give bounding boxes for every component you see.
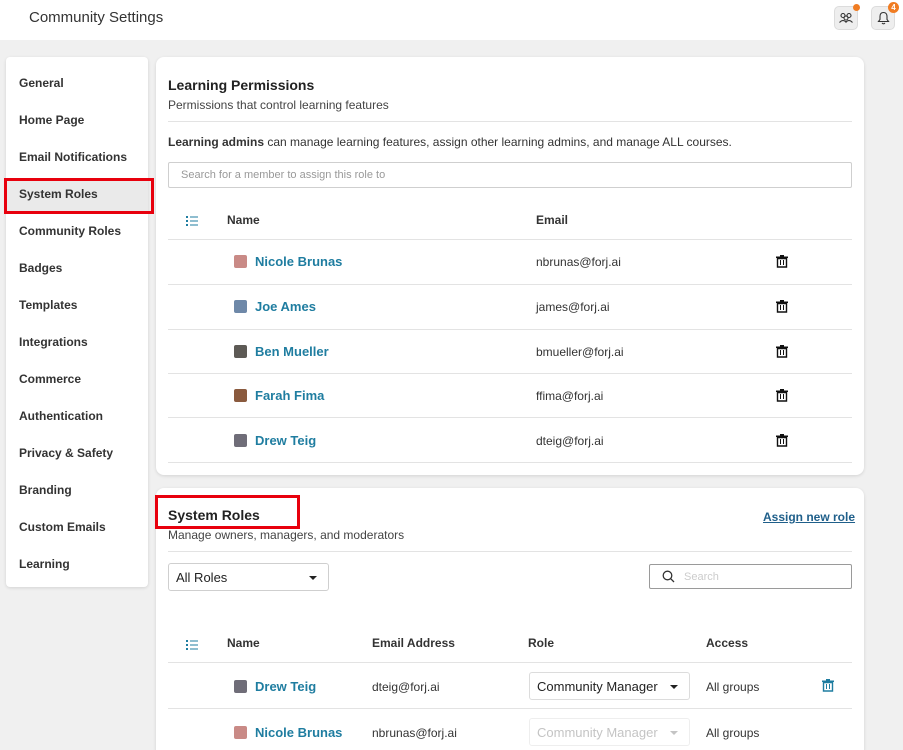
caret-down-icon [309, 576, 317, 580]
divider [168, 239, 852, 240]
sidebar-item-email-notifications[interactable]: Email Notifications [19, 150, 127, 164]
caret-down-icon [670, 731, 678, 735]
avatar [234, 300, 247, 313]
learning-admins-label: Learning admins [168, 135, 265, 149]
member-name-link[interactable]: Drew Teig [255, 679, 316, 694]
list-icon[interactable] [186, 216, 198, 226]
notifications-button[interactable]: 4 [871, 2, 899, 30]
member-name-link[interactable]: Nicole Brunas [255, 254, 342, 269]
column-header-name: Name [227, 213, 260, 227]
avatar [234, 345, 247, 358]
sidebar-item-branding[interactable]: Branding [19, 483, 72, 497]
sidebar-item-commerce[interactable]: Commerce [19, 372, 81, 386]
sidebar-item-home-page[interactable]: Home Page [19, 113, 84, 127]
role-search-placeholder: Search [684, 571, 719, 583]
system-roles-highlight-box [155, 495, 300, 529]
divider [168, 329, 852, 330]
notification-count-badge: 4 [888, 2, 899, 13]
learning-admins-text: can manage learning features, assign oth… [264, 135, 732, 149]
divider [168, 662, 852, 663]
trash-icon[interactable] [776, 255, 788, 268]
list-icon[interactable] [186, 640, 198, 650]
avatar [234, 726, 247, 739]
column-header-name: Name [227, 636, 260, 650]
users-icon [839, 12, 853, 23]
role-select-disabled: Community Manager [529, 718, 690, 746]
column-header-email: Email [536, 213, 569, 227]
role-select-value: Community Manager [537, 725, 658, 740]
top-bar: Community Settings 4 [0, 0, 903, 40]
role-select[interactable]: Community Manager [529, 672, 690, 700]
settings-sidebar: General Home Page Email Notifications Sy… [6, 57, 148, 587]
role-select-value: Community Manager [537, 679, 658, 694]
page-title: Community Settings [29, 9, 164, 26]
learning-permissions-subtitle: Permissions that control learning featur… [168, 98, 389, 112]
divider [168, 284, 852, 285]
system-roles-subtitle: Manage owners, managers, and moderators [168, 528, 405, 542]
community-members-button[interactable] [834, 4, 860, 30]
avatar [234, 389, 247, 402]
trash-icon[interactable] [776, 345, 788, 358]
role-search-input[interactable]: Search [649, 564, 852, 589]
sidebar-item-privacy-safety[interactable]: Privacy & Safety [19, 446, 113, 460]
divider [168, 708, 852, 709]
column-header-role: Role [528, 636, 555, 650]
member-email: ffima@forj.ai [536, 389, 604, 403]
learning-admins-description: Learning admins can manage learning feat… [168, 135, 732, 149]
sidebar-item-general[interactable]: General [19, 76, 64, 90]
member-search-placeholder: Search for a member to assign this role … [181, 169, 386, 181]
member-name-link[interactable]: Nicole Brunas [255, 725, 342, 740]
avatar [234, 434, 247, 447]
member-email: bmueller@forj.ai [536, 345, 624, 359]
bell-icon [876, 11, 890, 25]
member-name-link[interactable]: Joe Ames [255, 299, 316, 314]
divider [168, 462, 852, 463]
member-email: nbrunas@forj.ai [372, 726, 457, 740]
sidebar-item-custom-emails[interactable]: Custom Emails [19, 520, 106, 534]
sidebar-item-badges[interactable]: Badges [19, 261, 62, 275]
member-email: james@forj.ai [536, 300, 610, 314]
avatar [234, 680, 247, 693]
trash-icon[interactable] [822, 679, 834, 692]
trash-icon[interactable] [776, 300, 788, 313]
trash-icon[interactable] [776, 434, 788, 447]
search-icon [662, 570, 675, 583]
role-filter-select[interactable]: All Roles [168, 563, 329, 591]
member-email: nbrunas@forj.ai [536, 255, 621, 269]
member-name-link[interactable]: Drew Teig [255, 433, 316, 448]
column-header-email-address: Email Address [372, 636, 455, 650]
sidebar-item-authentication[interactable]: Authentication [19, 409, 103, 423]
role-filter-value: All Roles [176, 570, 228, 585]
divider [168, 417, 852, 418]
sidebar-item-community-roles[interactable]: Community Roles [19, 224, 121, 238]
assign-new-role-link[interactable]: Assign new role [763, 510, 855, 524]
column-header-access: Access [706, 636, 749, 650]
avatar [234, 255, 247, 268]
access-value: All groups [706, 680, 760, 694]
divider [168, 551, 852, 552]
sidebar-item-templates[interactable]: Templates [19, 298, 77, 312]
access-value: All groups [706, 726, 760, 740]
notification-dot [853, 4, 860, 11]
sidebar-highlight-box [4, 178, 154, 214]
member-search-input[interactable]: Search for a member to assign this role … [168, 162, 852, 188]
member-email: dteig@forj.ai [372, 680, 440, 694]
trash-icon[interactable] [776, 389, 788, 402]
divider [168, 373, 852, 374]
member-name-link[interactable]: Ben Mueller [255, 344, 329, 359]
learning-permissions-title: Learning Permissions [168, 77, 315, 93]
divider [168, 121, 852, 122]
member-email: dteig@forj.ai [536, 434, 604, 448]
caret-down-icon [670, 685, 678, 689]
sidebar-item-integrations[interactable]: Integrations [19, 335, 88, 349]
learning-permissions-card: Learning Permissions Permissions that co… [156, 57, 864, 475]
sidebar-item-learning[interactable]: Learning [19, 557, 70, 571]
member-name-link[interactable]: Farah Fima [255, 388, 324, 403]
